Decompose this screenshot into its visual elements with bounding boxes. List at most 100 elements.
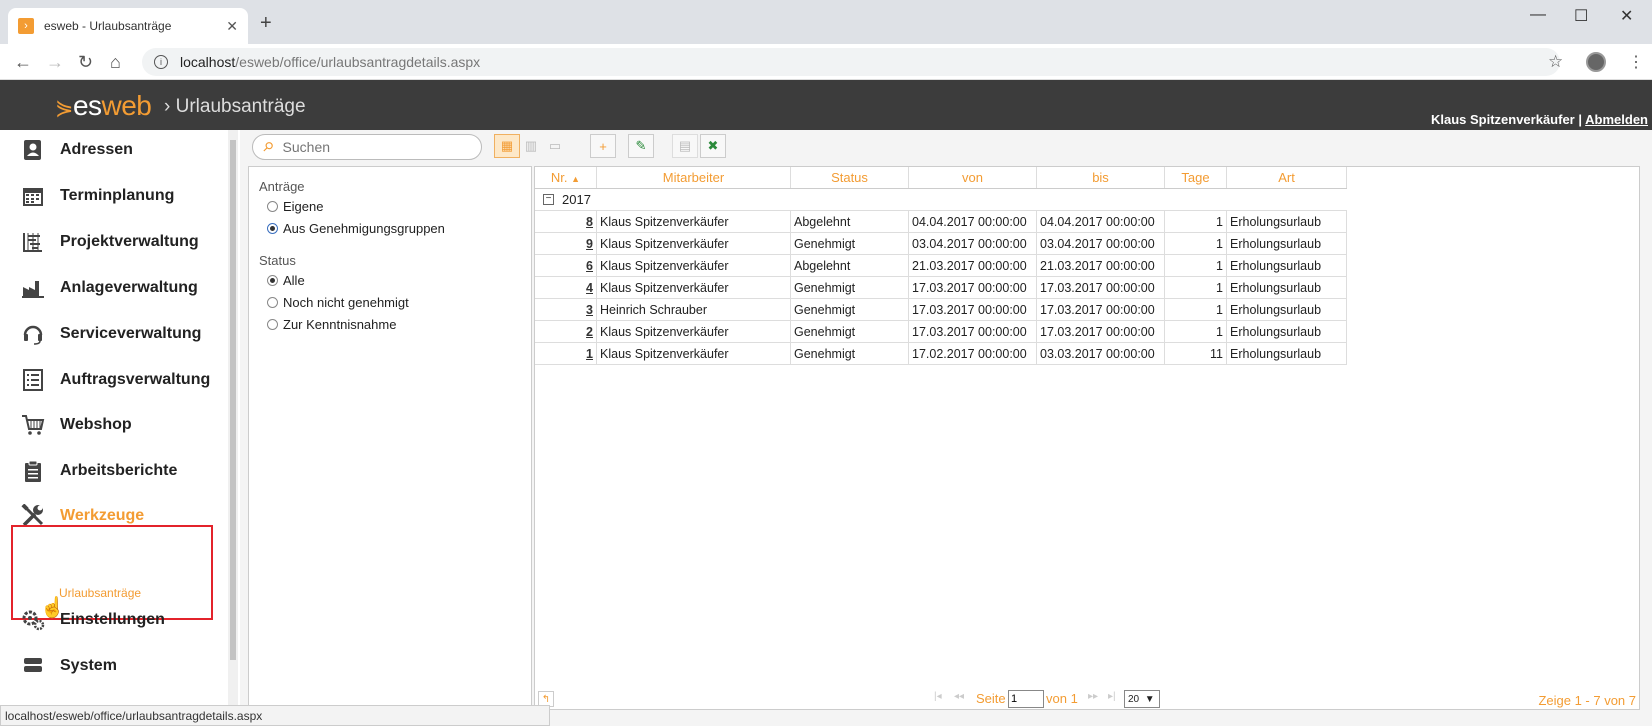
cell-art: Erholungsurlaub [1227,277,1347,298]
sidebar-item-arbeitsberichte[interactable]: Arbeitsberichte [20,456,177,486]
data-grid: Nr. ▲ Mitarbeiter Status von bis Tage Ar… [534,166,1640,710]
table-row[interactable]: 8 Klaus Spitzenverkäufer Abgelehnt 04.04.20… [535,211,1347,233]
minimize-icon[interactable]: — [1530,6,1546,24]
radio-button[interactable] [267,201,278,212]
esweb-logo[interactable]: ⋟esweb [55,90,152,122]
detail-view-button[interactable]: ▥ [518,134,544,158]
sidebar-item-system[interactable]: System [20,651,117,681]
cell-nr[interactable]: 1 [535,343,597,364]
bookmark-star-icon[interactable]: ☆ [1548,52,1563,72]
column-header-status[interactable]: Status [791,167,909,188]
folder-view-button[interactable]: ▭ [542,134,568,158]
search-input[interactable] [282,139,453,155]
logout-link[interactable]: Abmelden [1585,112,1648,127]
cell-von: 17.03.2017 00:00:00 [909,277,1037,298]
table-row[interactable]: 9 Klaus Spitzenverkäufer Genehmigt 03.04.20… [535,233,1347,255]
user-bar: Klaus Spitzenverkäufer | Abmelden [1431,112,1648,127]
cell-nr[interactable]: 4 [535,277,597,298]
forward-icon[interactable]: → [46,52,64,73]
page-size-select[interactable]: 20 ▼ [1124,690,1160,708]
sidebar-item-adressen[interactable]: Adressen [20,135,133,165]
cell-nr[interactable]: 8 [535,211,597,232]
sidebar-item-einstellungen[interactable]: Einstellungen [20,605,165,635]
search-box[interactable]: ⚲ [252,134,482,160]
cell-von: 03.04.2017 00:00:00 [909,233,1037,254]
tab-close-icon[interactable]: ✕ [226,18,238,35]
url-field[interactable]: i localhost/esweb/office/urlaubsantragde… [142,48,1560,76]
page-input[interactable] [1008,690,1044,708]
profile-avatar[interactable] [1586,52,1606,72]
back-icon[interactable]: ← [14,52,32,73]
excel-export-button[interactable]: ✖ [700,134,726,158]
radio-alle[interactable]: Alle [267,273,305,288]
new-tab-icon[interactable]: + [260,12,272,35]
add-button[interactable]: + [590,134,616,158]
chart-icon: ▤ [678,138,692,153]
group-label: 2017 [562,192,591,207]
site-info-icon[interactable]: i [154,55,168,69]
filter-group-status: Status [259,253,296,268]
browser-tab[interactable]: › esweb - Urlaubsanträge ✕ [8,8,248,44]
gears-icon [20,607,46,633]
factory-icon [20,275,46,301]
cell-art: Erholungsurlaub [1227,321,1347,342]
sidebar-item-auftragsverwaltung[interactable]: Auftragsverwaltung [20,365,210,395]
cell-mitarbeiter: Klaus Spitzenverkäufer [597,321,791,342]
sidebar-item-label: Serviceverwaltung [60,325,202,342]
radio-button[interactable] [267,319,278,330]
browser-menu-icon[interactable]: ⋮ [1628,52,1644,72]
sidebar-item-terminplanung[interactable]: Terminplanung [20,181,174,211]
approve-button[interactable]: ✎ [628,134,654,158]
cell-mitarbeiter: Heinrich Schrauber [597,299,791,320]
cell-von: 17.02.2017 00:00:00 [909,343,1037,364]
sidebar-item-label: Einstellungen [60,611,165,628]
report-button[interactable]: ▤ [672,134,698,158]
table-row[interactable]: 3 Heinrich Schrauber Genehmigt 17.03.2017 0… [535,299,1347,321]
column-header-art[interactable]: Art [1227,167,1347,188]
first-page-icon[interactable]: |◂ [934,691,942,702]
radio-nicht-genehmigt[interactable]: Noch nicht genehmigt [267,295,409,310]
maximize-icon[interactable]: ☐ [1574,6,1588,26]
sidebar-scroll-thumb[interactable] [230,140,236,660]
group-row[interactable]: − 2017 [535,189,1347,211]
collapse-icon[interactable]: − [543,194,554,205]
sidebar-item-webshop[interactable]: Webshop [20,410,132,440]
cell-bis: 03.03.2017 00:00:00 [1037,343,1165,364]
radio-button[interactable] [267,223,278,234]
sidebar-item-label: Projektverwaltung [60,233,199,250]
radio-kenntnisnahme[interactable]: Zur Kenntnisnahme [267,317,396,332]
radio-button[interactable] [267,297,278,308]
column-header-von[interactable]: von [909,167,1037,188]
radio-label: Alle [283,273,305,288]
sidebar-scrollbar[interactable] [228,130,238,726]
approve-icon: ✎ [635,138,647,153]
grid-view-button[interactable]: ▦ [494,134,520,158]
home-icon[interactable]: ⌂ [110,52,121,73]
column-header-tage[interactable]: Tage [1165,167,1227,188]
column-header-nr[interactable]: Nr. ▲ [535,167,597,188]
radio-eigene[interactable]: Eigene [267,199,323,214]
cell-nr[interactable]: 6 [535,255,597,276]
column-header-mitarbeiter[interactable]: Mitarbeiter [597,167,791,188]
radio-button[interactable] [267,275,278,286]
table-row[interactable]: 1 Klaus Spitzenverkäufer Genehmigt 17.02.20… [535,343,1347,365]
cell-nr[interactable]: 9 [535,233,597,254]
cell-nr[interactable]: 2 [535,321,597,342]
column-header-bis[interactable]: bis [1037,167,1165,188]
sidebar-item-label: Auftragsverwaltung [60,371,211,388]
table-row[interactable]: 6 Klaus Spitzenverkäufer Abgelehnt 21.03.20… [535,255,1347,277]
last-page-icon[interactable]: ▸| [1108,691,1116,702]
window-close-icon[interactable]: ✕ [1620,6,1633,26]
table-row[interactable]: 4 Klaus Spitzenverkäufer Genehmigt 17.03.20… [535,277,1347,299]
cell-nr[interactable]: 3 [535,299,597,320]
radio-genehmigungsgruppen[interactable]: Aus Genehmigungsgruppen [267,221,445,236]
reload-icon[interactable]: ↻ [78,52,93,73]
cell-bis: 04.04.2017 00:00:00 [1037,211,1165,232]
sidebar-item-serviceverwaltung[interactable]: Serviceverwaltung [20,319,201,349]
next-page-icon[interactable]: ▸▸ [1088,691,1098,702]
sidebar-item-projektverwaltung[interactable]: Projektverwaltung [20,227,199,257]
table-row[interactable]: 2 Klaus Spitzenverkäufer Genehmigt 17.03.20… [535,321,1347,343]
prev-page-icon[interactable]: ◂◂ [954,691,964,702]
cell-art: Erholungsurlaub [1227,343,1347,364]
sidebar-item-anlageverwaltung[interactable]: Anlageverwaltung [20,273,198,303]
